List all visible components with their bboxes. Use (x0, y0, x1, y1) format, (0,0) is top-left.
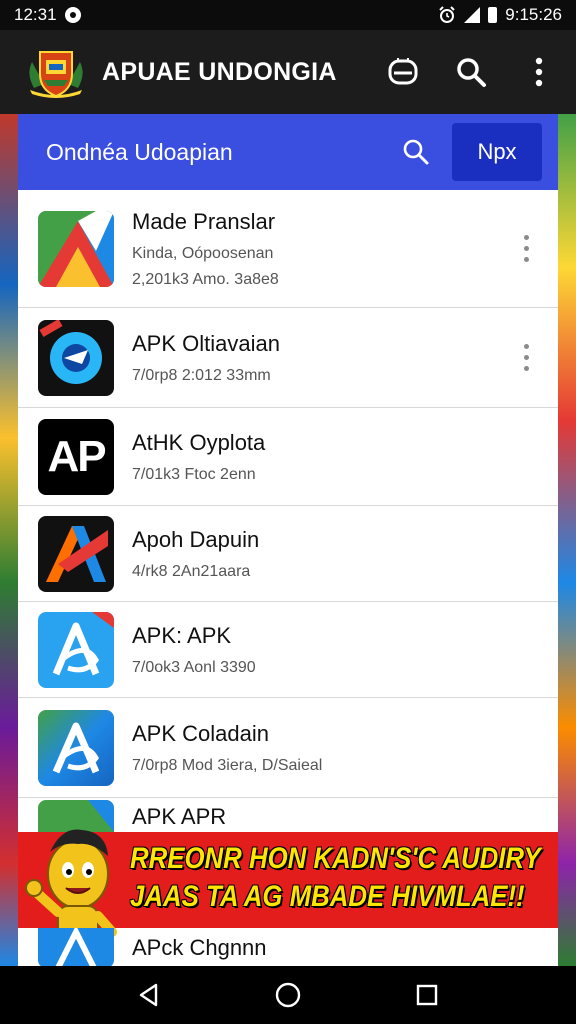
blue-a-app-icon (38, 611, 114, 688)
ad-line-2: JAAS TA AG MBADE HIVMLAE!! (130, 880, 525, 913)
crest-logo-icon (29, 51, 83, 98)
list-item[interactable]: APK Oltiavaian 7/0rp8 2:012 33mm (18, 308, 558, 408)
item-name: APK Coladain (132, 720, 269, 746)
status-right: 9:15:26 (438, 5, 562, 25)
search-button[interactable] (452, 53, 490, 91)
search-icon (403, 139, 429, 165)
list-item[interactable]: APK: APK 7/0ok3 Aonl 3390 (18, 602, 558, 698)
signal-icon (464, 7, 481, 23)
app-actions (384, 53, 558, 91)
back-button[interactable] (129, 975, 169, 1015)
notification-icon (64, 7, 81, 23)
back-triangle-icon (140, 983, 158, 1007)
ad-banner[interactable]: RREONR HON KADN'S'C AUDIRY JAAS TA AG MB… (18, 829, 558, 958)
header-search-button[interactable] (396, 132, 436, 172)
app-thumbnail (38, 515, 114, 592)
item-meta: 7/01k3 Ftoc 2enn (132, 465, 256, 483)
item-name: APK APR (132, 804, 227, 829)
list-item-text: APK Oltiavaian 7/0rp8 2:012 33mm (132, 331, 514, 385)
status-clock: 9:15:26 (505, 5, 562, 24)
search-header: Ondnéa Udoapian Npx (18, 114, 558, 190)
navigation-bar (0, 966, 576, 1024)
robot-face-icon (388, 58, 418, 85)
triangle-a-app-icon (38, 515, 114, 592)
app-logo (24, 44, 88, 100)
more-vert-icon (535, 57, 543, 87)
item-meta: 7/0ok3 Aonl 3390 (132, 658, 256, 676)
status-left: 12:31 (14, 5, 81, 25)
recents-button[interactable] (407, 975, 447, 1015)
home-button[interactable] (268, 975, 308, 1015)
item-name: APK Oltiavaian (132, 330, 280, 356)
list-item-text: APK Coladain 7/0rp8 Mod 3iera, D/Saieal (132, 721, 538, 775)
app-title: APUAE UNDONGIA (102, 57, 337, 86)
ad-text: RREONR HON KADN'S'C AUDIRY JAAS TA AG MB… (130, 840, 548, 920)
item-more-button[interactable] (514, 338, 538, 378)
blue-app-icon (38, 928, 114, 966)
app-thumbnail (38, 210, 114, 287)
recents-square-icon (416, 984, 437, 1006)
mascot-toggle-button[interactable] (384, 53, 422, 91)
app-thumbnail (38, 319, 114, 396)
app-list: Made Pranslar Kinda, Oópoosenan 2,201k3 … (18, 190, 558, 798)
item-name: AtHK Oyplota (132, 429, 266, 455)
item-more-button[interactable] (514, 229, 538, 269)
home-circle-icon (275, 982, 301, 1008)
status-time: 12:31 (14, 5, 57, 24)
gradient-a-app-icon (38, 709, 114, 786)
item-name: Made Pranslar (132, 208, 276, 234)
app-thumbnail: AP (38, 418, 114, 495)
colorful-arrow-app-icon (38, 210, 114, 287)
list-item-text: Made Pranslar Kinda, Oópoosenan 2,201k3 … (132, 209, 514, 289)
header-action-button[interactable]: Npx (452, 123, 542, 181)
ad-line-1: RREONR HON KADN'S'C AUDIRY (130, 842, 541, 875)
item-name: APck Chgnnn (132, 935, 267, 960)
list-item[interactable]: Made Pranslar Kinda, Oópoosenan 2,201k3 … (18, 190, 558, 308)
item-meta: 4/rk8 2An21aara (132, 562, 251, 580)
item-meta-secondary: 2,201k3 Amo. 3a8e8 (132, 270, 279, 288)
app-thumbnail (38, 928, 114, 966)
item-meta: 7/0rp8 Mod 3iera, D/Saieal (132, 756, 323, 774)
app-thumbnail (38, 709, 114, 786)
list-item-text: APK: APK 7/0ok3 Aonl 3390 (132, 623, 538, 677)
overflow-menu-button[interactable] (520, 53, 558, 91)
list-item-text: AtHK Oyplota 7/01k3 Ftoc 2enn (132, 430, 538, 484)
item-name: APK: APK (132, 622, 232, 648)
search-header-title: Ondnéa Udoapian (46, 138, 233, 165)
alarm-icon (439, 6, 455, 23)
item-name: Apoh Dapuin (132, 526, 260, 552)
battery-icon (488, 7, 498, 23)
list-item[interactable]: Apoh Dapuin 4/rk8 2An21aara (18, 506, 558, 602)
search-icon (457, 58, 486, 87)
status-bar: 12:31 9:15:26 (0, 0, 576, 30)
background-right-edge (558, 114, 576, 966)
list-item[interactable]: AP AtHK Oyplota 7/01k3 Ftoc 2enn (18, 408, 558, 506)
background-left-edge (0, 114, 18, 966)
item-meta: Kinda, Oópoosenan (132, 244, 274, 262)
list-item[interactable]: APK Coladain 7/0rp8 Mod 3iera, D/Saieal (18, 698, 558, 798)
list-item-text: Apoh Dapuin 4/rk8 2An21aara (132, 527, 538, 581)
item-meta: 7/0rp8 2:012 33mm (132, 366, 271, 384)
app-thumbnail (38, 611, 114, 688)
list-item[interactable]: APck Chgnnn (18, 928, 558, 966)
ap-logo-label: AP (47, 431, 106, 481)
app-list-panel: Ondnéa Udoapian Npx Made Pranslar Kinda,… (18, 114, 558, 966)
app-bar: APUAE UNDONGIA (0, 30, 576, 114)
chat-bubble-app-icon (38, 319, 114, 396)
